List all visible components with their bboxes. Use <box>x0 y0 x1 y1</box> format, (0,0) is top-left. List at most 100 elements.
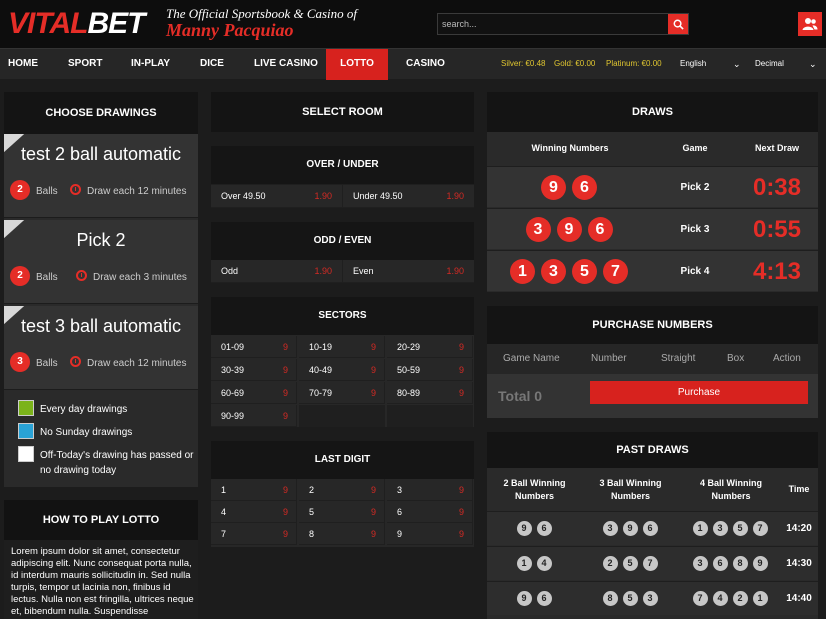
col-4-ball: 4 Ball Winning Numbers <box>691 477 771 503</box>
col-game-name: Game Name <box>503 353 560 364</box>
past-ball: 6 <box>536 591 552 606</box>
digit-cell[interactable]: 89 <box>299 523 385 545</box>
chevron-down-icon[interactable]: ⌄ <box>809 49 817 80</box>
account-button[interactable] <box>798 12 822 36</box>
col-straight: Straight <box>661 353 696 364</box>
col-number: Number <box>591 353 627 364</box>
nav-live-casino[interactable]: LIVE CASINO <box>254 49 318 80</box>
balance-silver: Silver: €0.48 <box>501 59 546 68</box>
sector-odd: 9 <box>458 365 464 375</box>
bet-odd: 1.90 <box>314 266 332 276</box>
past-ball: 4 <box>536 556 552 571</box>
select-room-header: SELECT ROOM <box>211 92 474 132</box>
draw-frequency: Draw each 12 minutes <box>87 358 187 369</box>
legend-swatch-green <box>18 400 34 416</box>
digit-cell[interactable]: 69 <box>387 501 473 523</box>
col-2-ball-line2: Numbers <box>514 491 554 501</box>
total-label: Total 0 <box>498 388 543 404</box>
chevron-down-icon[interactable]: ⌄ <box>733 49 741 80</box>
sector-cell[interactable]: 80-89 9 <box>387 382 473 404</box>
drawing-name: Pick 2 <box>76 230 126 250</box>
past-ball: 8 <box>602 591 618 606</box>
nav-casino[interactable]: CASINO <box>406 49 445 80</box>
col-4-ball-line2: Numbers <box>711 491 751 501</box>
nav-sport[interactable]: SPORT <box>68 49 102 80</box>
sector-cell[interactable]: 10-19 9 <box>299 336 385 358</box>
past-ball: 9 <box>622 521 638 536</box>
digit-cell[interactable]: 79 <box>211 523 297 545</box>
drawing-name: test 2 ball automatic <box>20 144 182 164</box>
bet-label: Over 49.50 <box>221 191 266 201</box>
clock-icon <box>70 184 81 195</box>
nav-lotto[interactable]: LOTTO <box>326 49 388 80</box>
sector-cell[interactable]: 20-29 9 <box>387 336 473 358</box>
drawing-card[interactable]: test 3 ball automatic 3 Balls Draw each … <box>4 306 198 390</box>
sector-cell[interactable]: 90-99 9 <box>211 405 297 427</box>
sector-cell[interactable]: 60-69 9 <box>211 382 297 404</box>
drawing-card[interactable]: Pick 2 2 Balls Draw each 3 minutes <box>4 220 198 304</box>
sector-cell[interactable]: 70-79 9 <box>299 382 385 404</box>
digit-cell[interactable]: 29 <box>299 479 385 501</box>
digit-cell[interactable]: 39 <box>387 479 473 501</box>
digit-label: 5 <box>309 507 315 517</box>
nav-dice[interactable]: DICE <box>200 49 224 80</box>
draws-title: DRAWS <box>487 92 818 132</box>
digit-label: 4 <box>221 507 227 517</box>
bet-odd-number[interactable]: Odd 1.90 <box>211 260 342 282</box>
draw-game: Pick 4 <box>680 266 710 277</box>
clock-icon <box>76 270 87 281</box>
past-ball: 3 <box>712 521 728 536</box>
bet-odd: 1.90 <box>446 191 464 201</box>
purchase-button[interactable]: Purchase <box>590 381 808 404</box>
draw-row[interactable]: 1 3 5 7 Pick 4 4:13 <box>487 250 818 291</box>
past-ball: 2 <box>602 556 618 571</box>
sector-odd: 9 <box>458 342 464 352</box>
top-bar: VITALBET The Official Sportsbook & Casin… <box>0 0 826 48</box>
past-draw-time: 14:30 <box>786 558 812 569</box>
bet-odd: 1.90 <box>314 191 332 201</box>
tagline-line2: Manny Pacquiao <box>166 20 294 40</box>
language-select[interactable]: English <box>680 49 706 80</box>
digit-cell[interactable]: 19 <box>211 479 297 501</box>
ball-count-badge: 2 <box>10 266 30 286</box>
sector-cell[interactable]: 30-39 9 <box>211 359 297 381</box>
digit-cell[interactable]: 49 <box>211 501 297 523</box>
col-3-ball-line2: Numbers <box>610 491 650 501</box>
nav-home[interactable]: HOME <box>8 49 38 80</box>
over-under-room: OVER / UNDER Over 49.50 1.90 Under 49.50… <box>211 146 474 208</box>
digit-cell[interactable]: 59 <box>299 501 385 523</box>
sector-odd: 9 <box>282 411 288 421</box>
logo[interactable]: VITALBET <box>8 6 145 42</box>
purchase-header-row: Game Name Number Straight Box Action <box>487 344 818 374</box>
how-to-play-title: HOW TO PLAY LOTTO <box>4 500 198 540</box>
nav-in-play[interactable]: IN-PLAY <box>131 49 170 80</box>
odds-format-select[interactable]: Decimal <box>755 49 784 80</box>
past-ball: 8 <box>732 556 748 571</box>
draw-row[interactable]: 3 9 6 Pick 3 0:55 <box>487 208 818 249</box>
col-2-ball-line1: 2 Ball Winning <box>503 478 566 488</box>
search-button[interactable] <box>668 14 688 34</box>
sector-cell[interactable]: 50-59 9 <box>387 359 473 381</box>
select-room-title: SELECT ROOM <box>211 92 474 132</box>
sector-cell[interactable]: 40-49 9 <box>299 359 385 381</box>
past-ball: 7 <box>642 556 658 571</box>
sector-label: 20-29 <box>397 342 421 352</box>
past-ball: 7 <box>752 521 768 536</box>
bet-over[interactable]: Over 49.50 1.90 <box>211 185 342 207</box>
past-ball: 6 <box>712 556 728 571</box>
legend-swatch-white <box>18 446 34 462</box>
drawing-card[interactable]: test 2 ball automatic 2 Balls Draw each … <box>4 134 198 218</box>
sector-label: 50-59 <box>397 365 421 375</box>
bet-under[interactable]: Under 49.50 1.90 <box>343 185 474 207</box>
sector-label: 30-39 <box>221 365 245 375</box>
winning-ball: 6 <box>572 175 597 200</box>
draw-row[interactable]: 9 6 Pick 2 0:38 <box>487 166 818 207</box>
digit-cell[interactable]: 99 <box>387 523 473 545</box>
past-ball: 3 <box>602 521 618 536</box>
search-input[interactable] <box>442 16 666 32</box>
col-winning-numbers: Winning Numbers <box>531 143 609 153</box>
legend-swatch-blue <box>18 423 34 439</box>
bet-even-number[interactable]: Even 1.90 <box>343 260 474 282</box>
sector-cell[interactable]: 01-09 9 <box>211 336 297 358</box>
digit-label: 3 <box>397 485 403 495</box>
